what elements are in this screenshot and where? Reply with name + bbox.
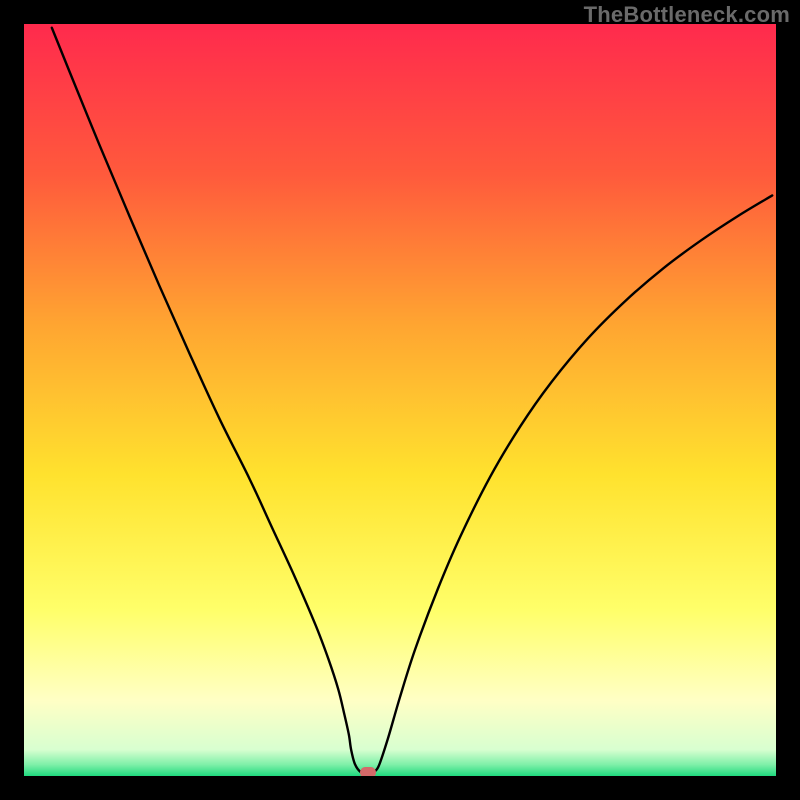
optimal-point-marker	[360, 767, 376, 776]
gradient-background	[24, 24, 776, 776]
plot-area	[24, 24, 776, 776]
watermark-text: TheBottleneck.com	[584, 2, 790, 28]
chart-frame: TheBottleneck.com	[0, 0, 800, 800]
plot-svg	[24, 24, 776, 776]
